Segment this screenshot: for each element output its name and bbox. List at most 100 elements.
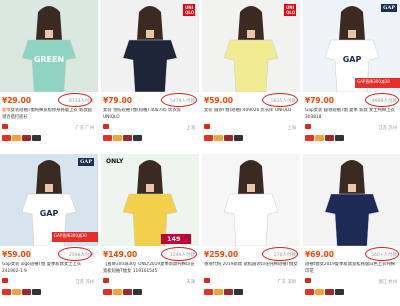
service-badge-icon	[32, 135, 41, 141]
model-photo	[223, 160, 279, 246]
only-logo: ONLY	[106, 158, 124, 165]
shop-icon	[204, 124, 210, 129]
shop-row[interactable]: 江苏 苏州	[2, 278, 96, 286]
gold-badge-icon	[12, 289, 21, 295]
price-row: ¥69.00 560+人付款	[305, 250, 399, 260]
badge-row	[103, 289, 143, 296]
shop-row[interactable]: 浙江 杭州	[305, 278, 399, 286]
product-card[interactable]: GAP GAP GAP直降300减30 ¥59.00 2098人付款 Gap女装…	[0, 154, 98, 304]
product-image[interactable]: ONLY 149	[101, 154, 199, 246]
sales-count: 560+人付款	[371, 253, 397, 258]
uniqlo-logo: UNI QLO	[284, 4, 296, 16]
service-badge-icon	[234, 135, 243, 141]
shop-row[interactable]: 江苏 苏州	[305, 124, 399, 132]
618-badge-icon	[103, 135, 112, 141]
618-badge-icon	[2, 135, 11, 141]
shirt-print: GAP	[343, 55, 362, 64]
tmall-badge-icon	[123, 135, 132, 141]
shop-location: 广东 深圳	[277, 280, 296, 285]
product-title[interactable]: 女装 圆领T恤(短袖) 409026 优衣库 UNIQLO	[204, 108, 298, 122]
promo-banner: GAP直降300减30	[52, 232, 98, 242]
shop-row[interactable]: 天津	[103, 278, 197, 286]
shop-icon	[2, 278, 8, 283]
shop-icon	[103, 124, 109, 129]
price-row: ¥79.00 4909人付款	[305, 96, 399, 106]
product-card[interactable]: GAP GAP GAP直降300减30 ¥79.00 4909人付款 Gap女装…	[303, 0, 400, 150]
shop-row[interactable]: 上海	[204, 124, 298, 132]
product-image[interactable]: GREEN	[0, 0, 98, 92]
product-image[interactable]	[303, 154, 400, 246]
product-card[interactable]: ¥69.00 560+人付款 短袖t恤女2019夏季新款宽松韩版白色上衣纯棉印花…	[303, 154, 400, 304]
model-photo	[122, 160, 178, 246]
price-row: ¥259.00 270人付款	[204, 250, 298, 260]
shop-location: 天津	[186, 280, 195, 285]
sales-count: 2098人付款	[69, 253, 94, 258]
title-text: Gap女装 圆领短袖T恤 夏季 新款 女士纯棉上衣 303818	[305, 108, 395, 120]
product-price: ¥29.00	[2, 96, 31, 105]
badge-row	[204, 289, 244, 296]
product-price: ¥59.00	[204, 96, 233, 105]
gold-badge-icon	[214, 289, 223, 295]
uniqlo-logo: UNI QLO	[183, 4, 195, 16]
shop-location: 江苏 苏州	[75, 280, 94, 285]
product-card[interactable]: UNI QLO ¥59.00 5835人付款 女装 圆领T恤(短袖) 40902…	[202, 0, 300, 150]
product-card[interactable]: UNI QLO ¥79.00 5479人付款 女装 雪纺短袖T恤(短袖) 408…	[101, 0, 199, 150]
product-price: ¥259.00	[204, 250, 239, 259]
gap-logo: GAP	[381, 4, 397, 12]
product-card[interactable]: ¥259.00 270人付款 香港代购 2019新款 宽松圆领印花纯棉短袖T恤女…	[202, 154, 300, 304]
service-badge-icon	[234, 289, 243, 295]
badge-row	[2, 289, 42, 296]
gap-logo: GAP	[78, 158, 94, 166]
product-title[interactable]: 女装 雪纺短袖T恤(短袖) 408795 优衣库 UNIQLO	[103, 108, 197, 122]
shop-row[interactable]: 广东 深圳	[204, 278, 298, 286]
product-title[interactable]: 【直降300减30】ONLY2019夏季新款纯棉印花宽松短袖T恤女 119101…	[103, 262, 197, 276]
product-card[interactable]: ONLY 149 ¥149.00 1249人付款 【直降300减30】ONLY2…	[101, 154, 199, 304]
tmall-badge-icon	[325, 289, 334, 295]
sales-count: 1249人付款	[170, 253, 195, 258]
product-grid: GREEN ¥29.00 8733人付款 夏季女装短袖T恤纯棉宽松修身韩版上衣 …	[0, 0, 400, 306]
shop-row[interactable]: 广东 广州	[2, 124, 96, 132]
tmall-badge-icon	[22, 289, 31, 295]
product-image[interactable]: UNI QLO	[202, 0, 300, 92]
service-badge-icon	[335, 135, 344, 141]
service-badge-icon	[335, 289, 344, 295]
product-image[interactable]: GAP GAP GAP直降300减30	[303, 0, 400, 92]
tmall-badge-icon	[325, 135, 334, 141]
product-image[interactable]: GAP GAP GAP直降300减30	[0, 154, 98, 246]
title-text: Gap女装 logo短袖T恤 夏季新款女士上衣 241902-1 9	[2, 262, 82, 274]
618-badge-icon	[103, 289, 112, 295]
title-text: 香港代购 2019新款 宽松圆领印花纯棉短袖T恤女	[204, 262, 298, 267]
gold-badge-icon	[113, 135, 122, 141]
618-badge-icon	[204, 289, 213, 295]
gold-badge-icon	[12, 135, 21, 141]
product-card[interactable]: GREEN ¥29.00 8733人付款 夏季女装短袖T恤纯棉宽松修身韩版上衣 …	[0, 0, 98, 150]
title-highlight: 夏季	[2, 108, 11, 113]
sales-count: 5835人付款	[271, 99, 296, 104]
badge-row	[103, 135, 143, 142]
product-title[interactable]: Gap女装 logo短袖T恤 夏季新款女士上衣 241902-1 9	[2, 262, 96, 276]
title-text: 短袖t恤女2019夏季新款宽松韩版白色上衣纯棉印花	[305, 262, 395, 274]
sales-count: 4909人付款	[372, 99, 397, 104]
title-text: 女装短袖T恤纯棉宽松修身韩版上衣 新款圆领百搭打底衫	[2, 108, 92, 120]
gold-badge-icon	[214, 135, 223, 141]
shop-icon	[103, 278, 109, 283]
product-title[interactable]: 香港代购 2019新款 宽松圆领印花纯棉短袖T恤女	[204, 262, 298, 276]
badge-row	[2, 135, 42, 142]
product-image[interactable]: UNI QLO	[101, 0, 199, 92]
product-title[interactable]: 短袖t恤女2019夏季新款宽松韩版白色上衣纯棉印花	[305, 262, 399, 276]
tmall-badge-icon	[123, 289, 132, 295]
product-price: ¥149.00	[103, 250, 138, 259]
service-badge-icon	[133, 135, 142, 141]
badge-row	[305, 135, 345, 142]
shop-icon	[305, 278, 311, 283]
price-row: ¥79.00 5479人付款	[103, 96, 197, 106]
product-title[interactable]: Gap女装 圆领短袖T恤 夏季 新款 女士纯棉上衣 303818	[305, 108, 399, 122]
product-price: ¥69.00	[305, 250, 334, 259]
shop-icon	[305, 124, 311, 129]
title-text: 女装 圆领T恤(短袖) 409026 优衣库 UNIQLO	[204, 108, 292, 113]
tmall-badge-icon	[224, 135, 233, 141]
gold-badge-icon	[315, 135, 324, 141]
product-title[interactable]: 夏季女装短袖T恤纯棉宽松修身韩版上衣 新款圆领百搭打底衫	[2, 108, 96, 122]
shop-row[interactable]: 上海	[103, 124, 197, 132]
product-image[interactable]	[202, 154, 300, 246]
